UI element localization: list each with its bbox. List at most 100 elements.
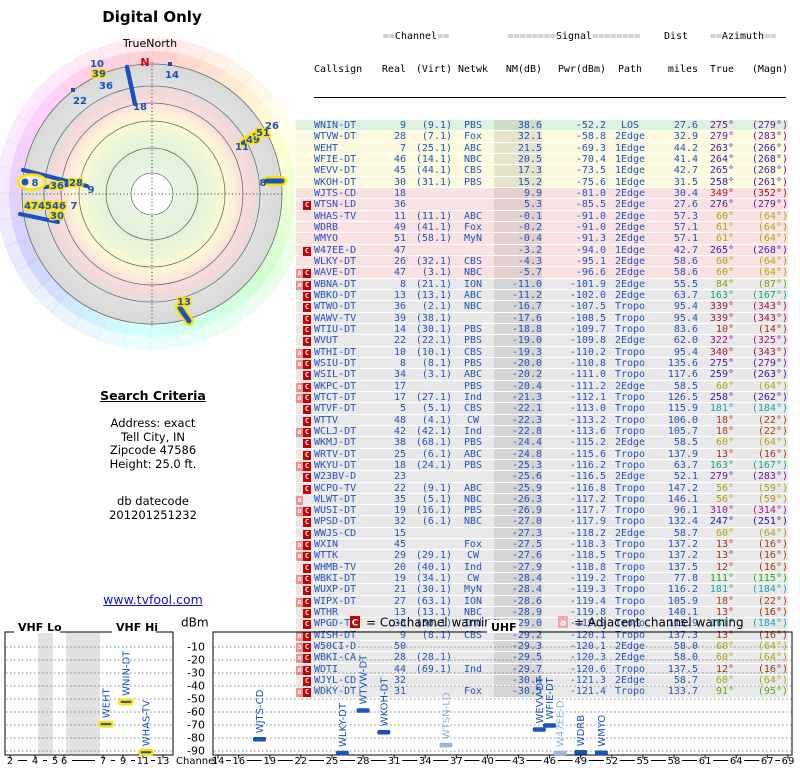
- virtual-channel-cell: (22.1): [415, 335, 452, 347]
- nm-db-cell: 38.6: [494, 120, 542, 131]
- tvfool-link[interactable]: www.tvfool.com: [103, 592, 203, 607]
- header-channel: Channel: [394, 31, 438, 42]
- real-channel-cell: 14: [393, 323, 406, 335]
- true-azimuth-cell: 310°: [709, 505, 734, 517]
- power-dbm-cell: -96.6: [575, 267, 606, 279]
- virtual-channel-cell: (11.1): [415, 210, 452, 222]
- path-cell: Tropo: [614, 493, 646, 505]
- dbm-tick-label: -20: [187, 654, 205, 667]
- co-channel-warning-icon: C: [303, 291, 311, 301]
- table-row: C WSIL-DT 34 (3.1) ABC -20.2 -111.0 Tropo 117.6 2…: [296, 369, 788, 381]
- dbm-tick-label: -80: [187, 732, 205, 745]
- nm-db-cell: -20.2: [494, 369, 542, 380]
- channel-tick-label: 31: [388, 756, 401, 767]
- channel-tick-label: 61: [699, 756, 712, 767]
- path-cell: Tropo: [614, 403, 646, 415]
- station-bar: [138, 748, 154, 756]
- distance-cell: 137.2: [667, 539, 698, 551]
- callsign-cell: WCLJ-DT: [314, 425, 357, 437]
- network-cell: PBS: [463, 357, 483, 369]
- table-row: a C WCLJ-DT 42 (42.1) Ind -22.8 -113.6 Tropo 105.…: [296, 425, 788, 438]
- network-cell: CBS: [463, 403, 483, 415]
- magnetic-azimuth-cell: (22°): [757, 425, 788, 437]
- path-cell: Tropo: [614, 561, 646, 573]
- uhf-panel-frame: [212, 631, 793, 756]
- distance-cell: 77.8: [673, 573, 698, 585]
- network-cell: Ind: [463, 425, 483, 437]
- station-table: ==Channel== ========Signal======== Dist …: [296, 10, 788, 709]
- true-azimuth-cell: 265°: [709, 165, 734, 177]
- magnetic-azimuth-cell: (16°): [757, 550, 788, 562]
- power-dbm-cell: -110.8: [569, 357, 606, 369]
- channel-number-label: 22: [73, 96, 87, 107]
- network-cell: MyN: [463, 233, 483, 245]
- real-channel-cell: 35: [393, 493, 406, 505]
- header-azimuth: Azimuth: [721, 31, 765, 42]
- virtual-channel-cell: (5.1): [421, 403, 452, 415]
- station-bar: [252, 737, 266, 742]
- virtual-channel-cell: (24.1): [415, 459, 452, 471]
- callsign-cell: WHAS-TV: [314, 210, 357, 222]
- true-azimuth-cell: 13°: [715, 550, 734, 562]
- callsign-cell: WUXP-DT: [314, 584, 357, 596]
- magnetic-azimuth-cell: (266°): [751, 142, 788, 154]
- table-row: C WPSD-DT 32 (6.1) NBC -27.0 -117.9 Tropo 132.4 2…: [296, 516, 788, 528]
- distance-cell: 83.6: [673, 323, 698, 335]
- virtual-channel-cell: (29.1): [415, 550, 452, 562]
- db-datecode-lines: db datecode 201201251232: [0, 494, 306, 522]
- nm-db-cell: -28.4: [494, 573, 542, 584]
- magnetic-azimuth-cell: (16°): [757, 561, 788, 573]
- virtual-channel-cell: (7.1): [421, 131, 452, 143]
- channel-tick-label: 9: [120, 756, 126, 767]
- network-cell: ABC: [463, 369, 483, 381]
- nm-db-cell: -27.9: [494, 561, 542, 573]
- station-bar: [98, 720, 114, 728]
- path-cell: 1Edge: [614, 244, 646, 256]
- callsign-cell: WVUT: [314, 335, 339, 347]
- magnetic-azimuth-cell: (87°): [757, 278, 788, 290]
- path-cell: 2Edge: [614, 131, 646, 143]
- nm-db-cell: -21.3: [494, 391, 542, 403]
- adjacent-legend-text: = Adjacent channel warning: [574, 616, 744, 630]
- virtual-channel-cell: [406, 188, 452, 198]
- network-cell: [452, 528, 494, 538]
- table-row: a C WKYU-DT 18 (24.1) PBS -25.3 -116.2 Tropo 63.7…: [296, 459, 788, 472]
- magnetic-azimuth-cell: (64°): [757, 380, 788, 392]
- table-row: WEVV-DT 45 (44.1) CBS 17.3 -73.5 1Edge 42.7 265°…: [296, 165, 788, 177]
- power-dbm-cell: -113.2: [569, 414, 606, 426]
- station-tick-square: [71, 88, 75, 92]
- network-cell: ABC: [463, 210, 483, 222]
- channel-tick-label: 5: [52, 756, 58, 767]
- path-cell: Tropo: [614, 301, 646, 313]
- co-channel-warning-icon: C: [303, 371, 311, 381]
- table-row: WTVW-DT 28 (7.1) Fox 32.1 -58.8 2Edge 32.9 279° (…: [296, 131, 788, 143]
- co-channel-warning-icon: C: [303, 303, 311, 313]
- dbm-tick-label: -40: [187, 680, 205, 693]
- network-cell: ABC: [463, 142, 483, 154]
- co-channel-warning-icon: C: [303, 541, 311, 551]
- co-channel-warning-icon: C: [303, 518, 311, 528]
- network-cell: Ind: [463, 391, 483, 403]
- distance-cell: 58.5: [673, 380, 698, 392]
- virtual-channel-cell: (27.1): [415, 391, 452, 403]
- magnetic-azimuth-cell: (279°): [751, 357, 788, 369]
- path-cell: Tropo: [614, 550, 646, 562]
- real-channel-cell: 49: [393, 221, 406, 233]
- nm-db-cell: -27.6: [494, 550, 542, 561]
- channel-tick-label: 2: [7, 756, 13, 767]
- virtual-channel-cell: (32.1): [415, 255, 452, 267]
- real-channel-cell: 38: [393, 437, 406, 449]
- true-azimuth-cell: 18°: [715, 425, 734, 437]
- virtual-channel-cell: (30.1): [415, 584, 452, 596]
- table-row: WEHT 7 (25.1) ABC 21.5 -69.3 1Edge 44.2 263° (266…: [296, 142, 788, 154]
- channel-number-label: 30: [50, 211, 64, 222]
- nm-db-cell: -24.4: [494, 437, 542, 448]
- network-cell: CBS: [463, 165, 483, 177]
- adjacent-warning-icon: a: [296, 269, 303, 279]
- distance-cell: 62.0: [673, 335, 698, 347]
- station-bar-label: WLKY-DT: [338, 702, 349, 747]
- power-dbm-cell: -94.0: [575, 244, 606, 256]
- station-bar: [594, 750, 608, 755]
- channel-tick-label: 19: [263, 756, 276, 767]
- adjacent-warning-icon: a: [296, 541, 303, 551]
